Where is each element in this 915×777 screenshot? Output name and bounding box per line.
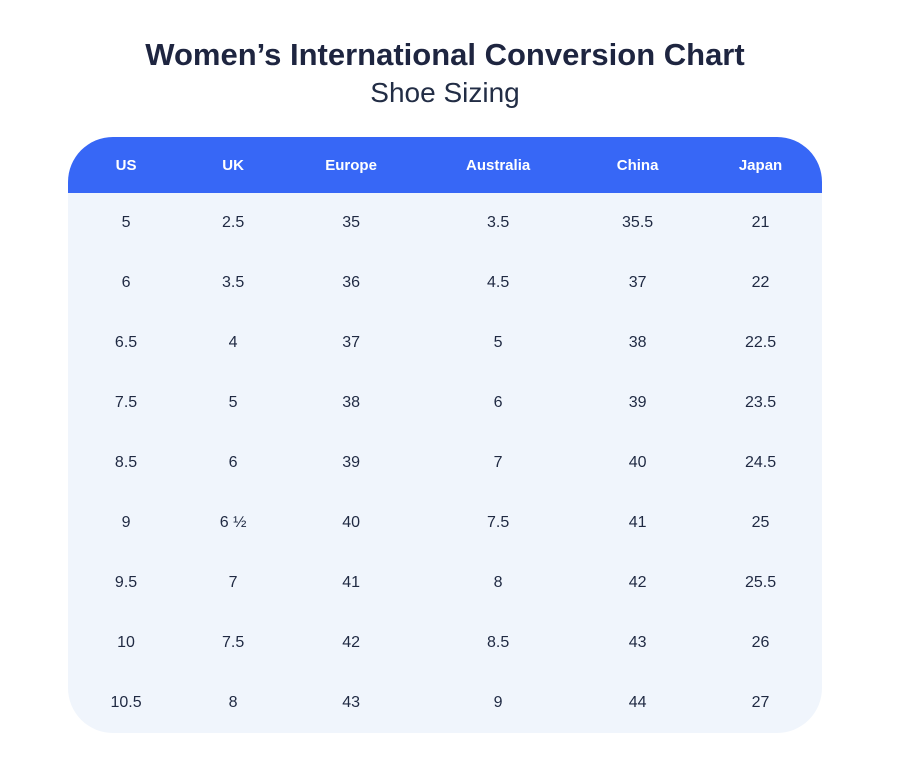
size-cell: 9 [68, 493, 184, 553]
column-header-europe: Europe [282, 137, 420, 193]
column-header-uk: UK [184, 137, 282, 193]
column-header-us: US [68, 137, 184, 193]
content-column: Women’s International Conversion Chart S… [68, 0, 822, 733]
table-body: 52.5353.535.52163.5364.537226.543753822.… [68, 193, 822, 733]
size-cell: 25 [699, 493, 822, 553]
size-cell: 7 [184, 553, 282, 613]
column-header-japan: Japan [699, 137, 822, 193]
size-cell: 22.5 [699, 313, 822, 373]
size-cell: 24.5 [699, 433, 822, 493]
page: Women’s International Conversion Chart S… [0, 0, 915, 777]
conversion-table-wrap: USUKEuropeAustraliaChinaJapan 52.5353.53… [68, 137, 822, 733]
table-header-row: USUKEuropeAustraliaChinaJapan [68, 137, 822, 193]
size-cell: 39 [576, 373, 699, 433]
size-cell: 35.5 [576, 193, 699, 253]
size-cell: 26 [699, 613, 822, 673]
size-cell: 7.5 [420, 493, 576, 553]
size-cell: 9 [420, 673, 576, 733]
size-cell: 6 [184, 433, 282, 493]
table-row: 9.574184225.5 [68, 553, 822, 613]
table-row: 107.5428.54326 [68, 613, 822, 673]
size-cell: 5 [184, 373, 282, 433]
size-cell: 21 [699, 193, 822, 253]
size-cell: 7.5 [68, 373, 184, 433]
size-cell: 42 [282, 613, 420, 673]
size-cell: 7 [420, 433, 576, 493]
table-row: 52.5353.535.521 [68, 193, 822, 253]
size-cell: 8 [184, 673, 282, 733]
size-cell: 35 [282, 193, 420, 253]
size-cell: 38 [576, 313, 699, 373]
size-cell: 10 [68, 613, 184, 673]
page-subtitle: Shoe Sizing [68, 75, 822, 110]
size-cell: 8.5 [68, 433, 184, 493]
size-cell: 8 [420, 553, 576, 613]
size-cell: 42 [576, 553, 699, 613]
size-cell: 5 [68, 193, 184, 253]
size-cell: 23.5 [699, 373, 822, 433]
size-cell: 3.5 [184, 253, 282, 313]
size-cell: 4 [184, 313, 282, 373]
title-block: Women’s International Conversion Chart S… [68, 0, 822, 110]
size-cell: 6.5 [68, 313, 184, 373]
size-cell: 41 [282, 553, 420, 613]
table-row: 63.5364.53722 [68, 253, 822, 313]
size-cell: 25.5 [699, 553, 822, 613]
size-cell: 6 [68, 253, 184, 313]
table-header: USUKEuropeAustraliaChinaJapan [68, 137, 822, 193]
size-cell: 40 [282, 493, 420, 553]
size-cell: 3.5 [420, 193, 576, 253]
size-cell: 9.5 [68, 553, 184, 613]
table-row: 96 ½407.54125 [68, 493, 822, 553]
size-cell: 43 [576, 613, 699, 673]
size-cell: 2.5 [184, 193, 282, 253]
size-cell: 4.5 [420, 253, 576, 313]
table-row: 8.563974024.5 [68, 433, 822, 493]
size-cell: 39 [282, 433, 420, 493]
size-cell: 37 [576, 253, 699, 313]
size-cell: 10.5 [68, 673, 184, 733]
size-cell: 5 [420, 313, 576, 373]
size-cell: 27 [699, 673, 822, 733]
table-row: 7.553863923.5 [68, 373, 822, 433]
size-cell: 7.5 [184, 613, 282, 673]
size-cell: 36 [282, 253, 420, 313]
size-cell: 44 [576, 673, 699, 733]
size-cell: 43 [282, 673, 420, 733]
conversion-table: USUKEuropeAustraliaChinaJapan 52.5353.53… [68, 137, 822, 733]
size-cell: 8.5 [420, 613, 576, 673]
table-row: 10.584394427 [68, 673, 822, 733]
column-header-china: China [576, 137, 699, 193]
size-cell: 22 [699, 253, 822, 313]
size-cell: 6 ½ [184, 493, 282, 553]
size-cell: 41 [576, 493, 699, 553]
size-cell: 6 [420, 373, 576, 433]
size-cell: 40 [576, 433, 699, 493]
size-cell: 37 [282, 313, 420, 373]
page-title: Women’s International Conversion Chart [68, 36, 822, 73]
column-header-australia: Australia [420, 137, 576, 193]
size-cell: 38 [282, 373, 420, 433]
table-row: 6.543753822.5 [68, 313, 822, 373]
